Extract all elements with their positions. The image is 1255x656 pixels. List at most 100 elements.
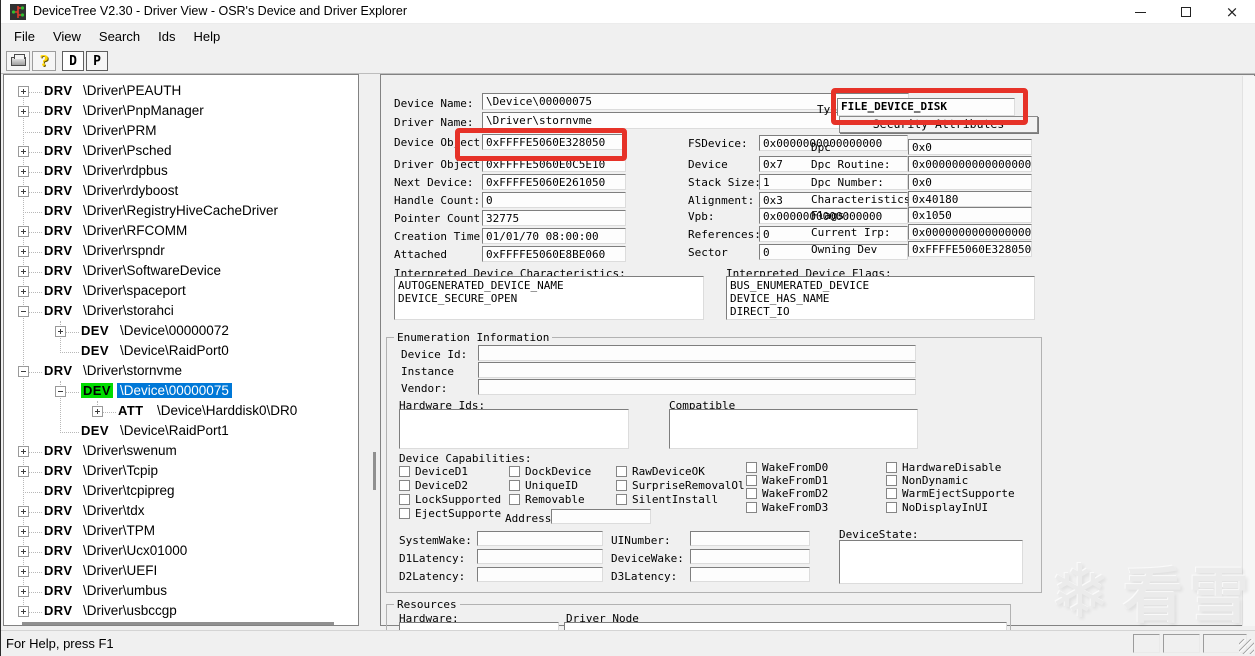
tree-item[interactable]: DRV \Driver\spaceport <box>4 281 358 301</box>
tree-item[interactable]: DRV \Driver\PnpManager <box>4 101 358 121</box>
expand-icon[interactable] <box>18 446 29 457</box>
tree-item-label[interactable]: \Driver\tcpipreg <box>80 483 178 498</box>
tree-item[interactable]: DRV \Driver\Tcpip <box>4 461 358 481</box>
tree-item[interactable]: ATT \Device\Harddisk0\DR0 <box>4 401 358 421</box>
checkbox-unchecked-icon[interactable] <box>746 501 757 513</box>
tree-item-label[interactable]: \Driver\PEAUTH <box>80 83 184 98</box>
tree-item[interactable]: DRV \Driver\PEAUTH <box>4 81 358 101</box>
checkbox-unchecked-icon[interactable] <box>509 479 520 491</box>
instance-value[interactable] <box>478 362 916 378</box>
field-value[interactable]: 0x0 <box>908 139 1032 155</box>
expand-icon[interactable] <box>18 586 29 597</box>
tree-item[interactable]: DEV \Device\00000075 <box>4 381 358 401</box>
tree-item-label[interactable]: \Driver\umbus <box>80 583 170 598</box>
tree-item-label[interactable]: \Driver\tdx <box>80 503 148 518</box>
print-button[interactable] <box>6 51 30 71</box>
tree-item[interactable]: DRV \Driver\usbccgp <box>4 601 358 621</box>
devicestate-list[interactable] <box>839 540 1023 584</box>
tree-item-label[interactable]: \Driver\swenum <box>80 443 180 458</box>
tree-item-label[interactable]: \Driver\Tcpip <box>80 463 161 478</box>
tree-item[interactable]: DRV \Driver\rdpbus <box>4 161 358 181</box>
expand-icon[interactable] <box>92 406 103 417</box>
expand-icon[interactable] <box>18 606 29 617</box>
checkbox-unchecked-icon[interactable] <box>509 493 520 505</box>
tree-item[interactable]: DRV \Driver\rspndr <box>4 241 358 261</box>
tree-item-label[interactable]: \Driver\Ucx01000 <box>80 543 190 558</box>
tree-item[interactable]: DRV \Driver\RegistryHiveCacheDriver <box>4 201 358 221</box>
expand-icon[interactable] <box>18 566 29 577</box>
tree-item-label[interactable]: \Driver\rdyboost <box>80 183 181 198</box>
tree-item-label[interactable]: \Driver\PnpManager <box>80 103 207 118</box>
maximize-button[interactable] <box>1163 0 1209 24</box>
pnp-view-button[interactable]: P <box>86 51 108 71</box>
menu-view[interactable]: View <box>44 26 90 47</box>
tree-item-label[interactable]: \Driver\storahci <box>80 303 177 318</box>
tree-item-label[interactable]: \Driver\TPM <box>80 523 158 538</box>
checkbox-unchecked-icon[interactable] <box>399 479 410 491</box>
resize-grip[interactable] <box>1239 639 1254 654</box>
tree-item[interactable]: DEV \Device\RaidPort0 <box>4 341 358 361</box>
tree-vscrollbar[interactable] <box>373 452 376 490</box>
compatible-list[interactable] <box>669 409 918 449</box>
tree-item[interactable]: DRV \Driver\rdyboost <box>4 181 358 201</box>
expand-icon[interactable] <box>18 506 29 517</box>
field-value[interactable]: 01/01/70 08:00:00 <box>482 228 626 244</box>
expand-icon[interactable] <box>18 266 29 277</box>
tree-item[interactable]: DRV \Driver\Psched <box>4 141 358 161</box>
tree-item-label[interactable]: \Driver\usbccgp <box>80 603 180 618</box>
menu-search[interactable]: Search <box>90 26 149 47</box>
tree-item-label[interactable]: \Device\Harddisk0\DR0 <box>154 403 300 418</box>
tree-item-label[interactable]: \Driver\SoftwareDevice <box>80 263 224 278</box>
checkbox-unchecked-icon[interactable] <box>399 493 410 505</box>
address-value[interactable] <box>551 509 651 524</box>
expand-icon[interactable] <box>18 286 29 297</box>
tree-item[interactable]: DRV \Driver\tcpipreg <box>4 481 358 501</box>
checkbox-unchecked-icon[interactable] <box>746 488 757 500</box>
checkbox-unchecked-icon[interactable] <box>886 474 897 486</box>
tree-item[interactable]: DRV \Driver\PRM <box>4 121 358 141</box>
tree-item[interactable]: DRV \Driver\swenum <box>4 441 358 461</box>
checkbox-unchecked-icon[interactable] <box>746 474 757 486</box>
expand-icon[interactable] <box>55 326 66 337</box>
driver-view-button[interactable]: D <box>62 51 84 71</box>
field-value[interactable]: 0xFFFFE5060E328050 <box>908 241 1032 257</box>
checkbox-unchecked-icon[interactable] <box>399 507 410 519</box>
tree-item[interactable]: DRV \Driver\umbus <box>4 581 358 601</box>
checkbox-unchecked-icon[interactable] <box>886 461 897 473</box>
tree-item[interactable]: DRV \Driver\Ucx01000 <box>4 541 358 561</box>
tree-item-label[interactable]: \Device\RaidPort1 <box>117 423 232 438</box>
tree-item-label[interactable]: \Driver\rdpbus <box>80 163 171 178</box>
tree-item-label-selected[interactable]: \Device\00000075 <box>117 383 232 398</box>
tree-item[interactable]: DEV \Device\00000072 <box>4 321 358 341</box>
menu-ids[interactable]: Ids <box>149 26 184 47</box>
expand-icon[interactable] <box>18 246 29 257</box>
field-value[interactable]: 0x0000000000000000 <box>908 156 1032 172</box>
tree-item-label[interactable]: \Driver\stornvme <box>80 363 185 378</box>
tree-item[interactable]: DRV \Driver\TPM <box>4 521 358 541</box>
tree-item-label[interactable]: \Driver\spaceport <box>80 283 189 298</box>
tree-item[interactable]: DRV \Driver\UEFI <box>4 561 358 581</box>
menu-help[interactable]: Help <box>184 26 229 47</box>
expand-icon[interactable] <box>18 186 29 197</box>
tree-item[interactable]: DEV \Device\RaidPort1 <box>4 421 358 441</box>
tree-item-label[interactable]: \Driver\RFCOMM <box>80 223 190 238</box>
collapse-icon[interactable] <box>18 306 29 317</box>
devicewake-value[interactable] <box>690 549 810 564</box>
hardware-ids-list[interactable] <box>399 409 629 449</box>
checkbox-unchecked-icon[interactable] <box>509 465 520 477</box>
checkbox-unchecked-icon[interactable] <box>886 501 897 513</box>
expand-icon[interactable] <box>18 86 29 97</box>
d3latency-value[interactable] <box>690 567 810 582</box>
tree-item[interactable]: DRV \Driver\SoftwareDevice <box>4 261 358 281</box>
tree-item-label[interactable]: \Device\RaidPort0 <box>117 343 232 358</box>
checkbox-unchecked-icon[interactable] <box>616 493 627 505</box>
checkbox-unchecked-icon[interactable] <box>746 461 757 473</box>
field-value[interactable]: 0 <box>482 192 626 208</box>
tree-item-label[interactable]: \Driver\RegistryHiveCacheDriver <box>80 203 281 218</box>
tree-item[interactable]: DRV \Driver\tdx <box>4 501 358 521</box>
field-value[interactable]: 0x1050 <box>908 207 1032 223</box>
tree-item-label[interactable]: \Device\00000072 <box>117 323 232 338</box>
device-id-value[interactable] <box>478 345 916 361</box>
expand-icon[interactable] <box>18 526 29 537</box>
checkbox-unchecked-icon[interactable] <box>886 488 897 500</box>
